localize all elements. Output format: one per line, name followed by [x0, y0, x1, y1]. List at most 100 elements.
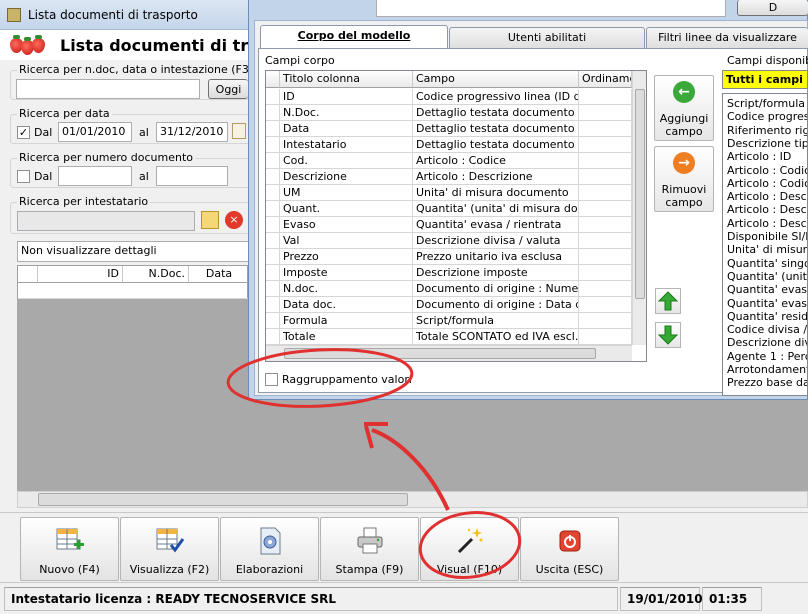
date-from-input[interactable]: 01/01/2010 — [58, 122, 132, 142]
cell-title[interactable]: Cod. — [280, 153, 413, 169]
cell-order[interactable] — [579, 281, 632, 297]
print-button[interactable]: Stampa (F9) — [320, 517, 419, 581]
row-selector[interactable] — [266, 153, 280, 169]
cell-title[interactable]: N.doc. — [280, 281, 413, 297]
document-list[interactable]: ID N.Doc. Data — [17, 265, 249, 299]
cell-order[interactable] — [579, 121, 632, 137]
table-row[interactable]: Formula Script/formula — [266, 313, 632, 329]
processing-button[interactable]: Elaborazioni — [220, 517, 319, 581]
grid-vertical-scrollbar[interactable] — [632, 71, 646, 345]
list-item[interactable]: Unita' di misura de — [727, 243, 807, 256]
cell-field[interactable]: Documento di origine : Numero ... — [413, 281, 579, 297]
row-selector[interactable] — [266, 89, 280, 105]
list-item[interactable]: Script/formula — [727, 97, 805, 110]
list-item[interactable]: Articolo : Descrizi — [727, 217, 807, 230]
table-row[interactable]: N.Doc.Dettaglio testata documento : N... — [266, 105, 632, 121]
cell-order[interactable] — [579, 313, 632, 329]
row-selector[interactable] — [266, 281, 280, 297]
table-row[interactable]: Intestatario Dettaglio testata documento … — [266, 137, 632, 153]
window-titlebar[interactable]: Lista documenti di trasporto — [0, 0, 250, 30]
row-selector[interactable] — [266, 121, 280, 137]
cell-field[interactable]: Dettaglio testata documento : R... — [413, 137, 579, 153]
table-row[interactable]: DataDettaglio testata documento : D... — [266, 121, 632, 137]
cell-order[interactable] — [579, 105, 632, 121]
list-item[interactable]: Articolo : ID — [727, 150, 791, 163]
number-from-checkbox[interactable] — [17, 170, 30, 183]
row-selector[interactable] — [266, 313, 280, 329]
row-selector[interactable] — [266, 233, 280, 249]
holder-input[interactable] — [17, 211, 195, 231]
cell-order[interactable] — [579, 137, 632, 153]
cell-field[interactable]: Descrizione divisa / valuta — [413, 233, 579, 249]
tab-enabled-users[interactable]: Utenti abilitati — [449, 27, 645, 49]
available-fields-select[interactable]: Tutti i campi — [722, 70, 808, 89]
list-item[interactable]: Disponibile SI/NO — [727, 230, 807, 243]
cell-order[interactable] — [579, 249, 632, 265]
cell-title[interactable]: UM — [280, 185, 413, 201]
list-item[interactable]: Prezzo base da ri — [727, 376, 807, 389]
cell-title[interactable]: Data doc. — [280, 297, 413, 313]
table-row[interactable]: UM Unita' di misura documento — [266, 185, 632, 201]
cell-order[interactable] — [579, 201, 632, 217]
available-fields-list[interactable]: Script/formulaCodice progressivoRiferime… — [722, 93, 808, 396]
grid-header-title[interactable]: Titolo colonna — [280, 71, 413, 88]
list-header-id[interactable]: ID — [38, 266, 123, 283]
tab-line-filters[interactable]: Filtri linee da visualizzare — [646, 27, 808, 49]
list-item[interactable]: Articolo : Codice a — [727, 177, 807, 190]
cell-order[interactable] — [579, 329, 632, 345]
cell-field[interactable]: Articolo : Descrizione — [413, 169, 579, 185]
table-row[interactable]: Imposte Descrizione imposte — [266, 265, 632, 281]
cell-title[interactable]: Quant. — [280, 201, 413, 217]
cell-field[interactable]: Dettaglio testata documento : D... — [413, 121, 579, 137]
cell-order[interactable] — [579, 153, 632, 169]
remove-field-button[interactable]: → Rimuovi campo — [654, 146, 714, 212]
grid-header-order[interactable]: Ordinamen — [579, 71, 632, 88]
table-row[interactable]: Totale Totale SCONTATO ed IVA escl... — [266, 329, 632, 345]
row-selector[interactable] — [266, 329, 280, 345]
list-item[interactable]: Quantita' singolo — [727, 257, 807, 270]
date-to-input[interactable]: 31/12/2010 — [156, 122, 228, 142]
list-item[interactable]: Codice divisa / v — [727, 323, 807, 336]
number-to-input[interactable] — [156, 166, 228, 186]
cell-order[interactable] — [579, 185, 632, 201]
cell-field[interactable]: Totale SCONTATO ed IVA escl... — [413, 329, 579, 345]
grid-header-field[interactable]: Campo — [413, 71, 579, 88]
cell-title[interactable]: Prezzo — [280, 249, 413, 265]
row-selector[interactable] — [266, 105, 280, 121]
dialog-top-button[interactable]: D — [737, 0, 808, 16]
cell-field[interactable]: Prezzo unitario iva esclusa — [413, 249, 579, 265]
cell-field[interactable]: Documento di origine : Data doc. — [413, 297, 579, 313]
list-item[interactable]: Quantita' evasa / — [727, 283, 807, 296]
row-selector[interactable] — [266, 169, 280, 185]
list-item[interactable]: Quantita' (unita' d — [727, 270, 807, 283]
list-header-data[interactable]: Data — [189, 266, 249, 283]
date-from-checkbox[interactable]: ✓ — [17, 126, 30, 139]
cell-title[interactable]: Intestatario — [280, 137, 413, 153]
exit-button[interactable]: Uscita (ESC) — [520, 517, 619, 581]
cell-field[interactable]: Codice progressivo linea (ID det... — [413, 89, 579, 105]
cell-title[interactable]: N.Doc. — [280, 105, 413, 121]
cell-title[interactable]: Evaso — [280, 217, 413, 233]
row-selector[interactable] — [266, 185, 280, 201]
cell-order[interactable] — [579, 169, 632, 185]
cell-field[interactable]: Descrizione imposte — [413, 265, 579, 281]
move-up-button[interactable] — [655, 288, 681, 314]
cell-order[interactable] — [579, 233, 632, 249]
grid-scroll-thumb[interactable] — [635, 89, 645, 299]
calendar-icon[interactable] — [232, 123, 246, 139]
list-item[interactable]: Riferimento riga (a — [727, 124, 807, 137]
row-selector[interactable] — [266, 297, 280, 313]
grid-hscroll-thumb[interactable] — [284, 348, 596, 359]
list-header-ndoc[interactable]: N.Doc. — [123, 266, 189, 283]
list-item[interactable]: Descrizione tipo li — [727, 137, 807, 150]
grouping-checkbox[interactable] — [265, 373, 278, 386]
cell-title[interactable]: ID — [280, 89, 413, 105]
cell-order[interactable] — [579, 217, 632, 233]
list-item[interactable]: Articolo : Descrizi — [727, 203, 807, 216]
list-item[interactable]: Arrotondamento n — [727, 363, 807, 376]
table-row[interactable]: Cod. Articolo : Codice — [266, 153, 632, 169]
horizontal-scrollbar[interactable] — [17, 491, 808, 508]
row-selector[interactable] — [266, 201, 280, 217]
add-field-button[interactable]: ← Aggiungi campo — [654, 75, 714, 141]
table-row[interactable]: Prezzo Prezzo unitario iva esclusa — [266, 249, 632, 265]
